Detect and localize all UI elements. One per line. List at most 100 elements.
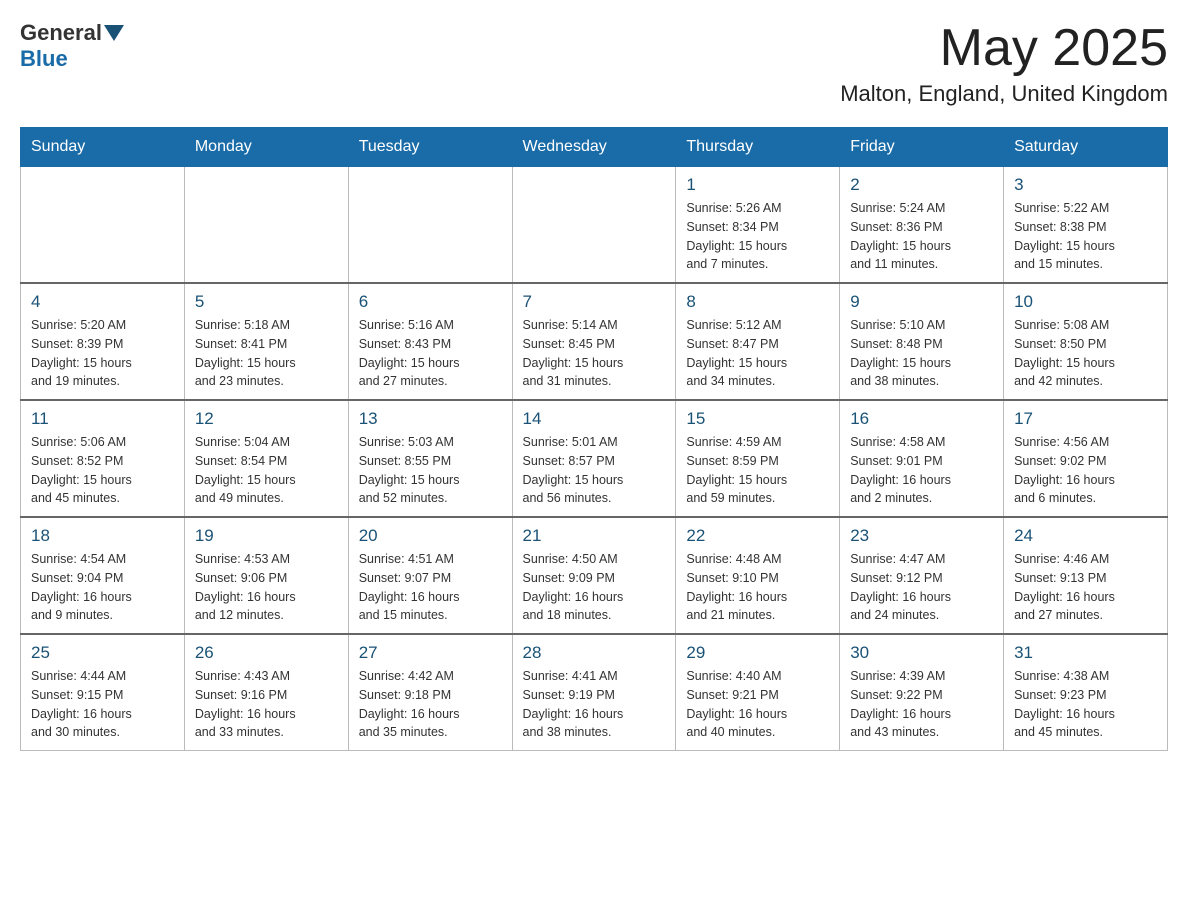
calendar-cell: 3 Sunrise: 5:22 AM Sunset: 8:38 PM Daylig… bbox=[1004, 167, 1168, 284]
day-of-week-header: Tuesday bbox=[348, 128, 512, 167]
day-info: Sunrise: 5:03 AM Sunset: 8:55 PM Dayligh… bbox=[359, 433, 502, 508]
day-info: Sunrise: 4:54 AM Sunset: 9:04 PM Dayligh… bbox=[31, 550, 174, 625]
day-number: 8 bbox=[686, 292, 829, 312]
day-of-week-header: Thursday bbox=[676, 128, 840, 167]
day-info: Sunrise: 5:24 AM Sunset: 8:36 PM Dayligh… bbox=[850, 199, 993, 274]
day-info: Sunrise: 5:08 AM Sunset: 8:50 PM Dayligh… bbox=[1014, 316, 1157, 391]
day-info: Sunrise: 4:39 AM Sunset: 9:22 PM Dayligh… bbox=[850, 667, 993, 742]
day-info: Sunrise: 4:38 AM Sunset: 9:23 PM Dayligh… bbox=[1014, 667, 1157, 742]
logo: General Blue bbox=[20, 20, 124, 72]
calendar-cell: 5Sunrise: 5:18 AM Sunset: 8:41 PM Daylig… bbox=[184, 283, 348, 400]
day-number: 15 bbox=[686, 409, 829, 429]
day-info: Sunrise: 4:48 AM Sunset: 9:10 PM Dayligh… bbox=[686, 550, 829, 625]
calendar-cell: 31 Sunrise: 4:38 AM Sunset: 9:23 PM Dayli… bbox=[1004, 634, 1168, 751]
day-info: Sunrise: 4:40 AM Sunset: 9:21 PM Dayligh… bbox=[686, 667, 829, 742]
day-info: Sunrise: 4:58 AM Sunset: 9:01 PM Dayligh… bbox=[850, 433, 993, 508]
calendar-cell: 17Sunrise: 4:56 AM Sunset: 9:02 PM Dayli… bbox=[1004, 400, 1168, 517]
day-number: 11 bbox=[31, 409, 174, 429]
calendar-cell: 13Sunrise: 5:03 AM Sunset: 8:55 PM Dayli… bbox=[348, 400, 512, 517]
calendar-cell bbox=[21, 167, 185, 284]
day-of-week-header: Saturday bbox=[1004, 128, 1168, 167]
day-info: Sunrise: 5:20 AM Sunset: 8:39 PM Dayligh… bbox=[31, 316, 174, 391]
day-number: 23 bbox=[850, 526, 993, 546]
day-info: Sunrise: 5:04 AM Sunset: 8:54 PM Dayligh… bbox=[195, 433, 338, 508]
calendar-cell: 2Sunrise: 5:24 AM Sunset: 8:36 PM Daylig… bbox=[840, 167, 1004, 284]
day-number: 29 bbox=[686, 643, 829, 663]
calendar-cell: 30 Sunrise: 4:39 AM Sunset: 9:22 PM Dayli… bbox=[840, 634, 1004, 751]
day-info: Sunrise: 5:26 AM Sunset: 8:34 PM Dayligh… bbox=[686, 199, 829, 274]
day-info: Sunrise: 4:42 AM Sunset: 9:18 PM Dayligh… bbox=[359, 667, 502, 742]
calendar-cell bbox=[512, 167, 676, 284]
days-of-week-row: SundayMondayTuesdayWednesdayThursdayFrid… bbox=[21, 128, 1168, 167]
day-number: 30 bbox=[850, 643, 993, 663]
day-number: 10 bbox=[1014, 292, 1157, 312]
calendar-cell: 20 Sunrise: 4:51 AM Sunset: 9:07 PM Dayli… bbox=[348, 517, 512, 634]
day-info: Sunrise: 4:46 AM Sunset: 9:13 PM Dayligh… bbox=[1014, 550, 1157, 625]
logo-general-text: General bbox=[20, 20, 102, 46]
calendar-cell: 21 Sunrise: 4:50 AM Sunset: 9:09 PM Dayli… bbox=[512, 517, 676, 634]
calendar-week-row: 18 Sunrise: 4:54 AM Sunset: 9:04 PM Dayli… bbox=[21, 517, 1168, 634]
day-number: 16 bbox=[850, 409, 993, 429]
day-info: Sunrise: 5:14 AM Sunset: 8:45 PM Dayligh… bbox=[523, 316, 666, 391]
calendar-cell: 7Sunrise: 5:14 AM Sunset: 8:45 PM Daylig… bbox=[512, 283, 676, 400]
location-subtitle: Malton, England, United Kingdom bbox=[840, 81, 1168, 107]
calendar-cell: 29 Sunrise: 4:40 AM Sunset: 9:21 PM Dayli… bbox=[676, 634, 840, 751]
day-info: Sunrise: 5:10 AM Sunset: 8:48 PM Dayligh… bbox=[850, 316, 993, 391]
day-number: 18 bbox=[31, 526, 174, 546]
calendar-cell: 6 Sunrise: 5:16 AM Sunset: 8:43 PM Daylig… bbox=[348, 283, 512, 400]
day-number: 31 bbox=[1014, 643, 1157, 663]
day-number: 1 bbox=[686, 175, 829, 195]
day-info: Sunrise: 4:41 AM Sunset: 9:19 PM Dayligh… bbox=[523, 667, 666, 742]
day-of-week-header: Wednesday bbox=[512, 128, 676, 167]
day-number: 24 bbox=[1014, 526, 1157, 546]
day-of-week-header: Monday bbox=[184, 128, 348, 167]
day-number: 27 bbox=[359, 643, 502, 663]
calendar-cell bbox=[348, 167, 512, 284]
day-number: 20 bbox=[359, 526, 502, 546]
month-year-title: May 2025 bbox=[840, 20, 1168, 77]
day-number: 22 bbox=[686, 526, 829, 546]
calendar-cell: 8Sunrise: 5:12 AM Sunset: 8:47 PM Daylig… bbox=[676, 283, 840, 400]
logo-triangle-icon bbox=[104, 25, 124, 41]
calendar-header: SundayMondayTuesdayWednesdayThursdayFrid… bbox=[21, 128, 1168, 167]
calendar-cell: 19Sunrise: 4:53 AM Sunset: 9:06 PM Dayli… bbox=[184, 517, 348, 634]
calendar-week-row: 11 Sunrise: 5:06 AM Sunset: 8:52 PM Dayli… bbox=[21, 400, 1168, 517]
day-info: Sunrise: 5:16 AM Sunset: 8:43 PM Dayligh… bbox=[359, 316, 502, 391]
calendar-cell: 1 Sunrise: 5:26 AM Sunset: 8:34 PM Daylig… bbox=[676, 167, 840, 284]
calendar-cell: 22 Sunrise: 4:48 AM Sunset: 9:10 PM Dayli… bbox=[676, 517, 840, 634]
calendar-week-row: 4Sunrise: 5:20 AM Sunset: 8:39 PM Daylig… bbox=[21, 283, 1168, 400]
calendar-cell: 4Sunrise: 5:20 AM Sunset: 8:39 PM Daylig… bbox=[21, 283, 185, 400]
day-info: Sunrise: 4:44 AM Sunset: 9:15 PM Dayligh… bbox=[31, 667, 174, 742]
day-info: Sunrise: 4:47 AM Sunset: 9:12 PM Dayligh… bbox=[850, 550, 993, 625]
day-info: Sunrise: 4:53 AM Sunset: 9:06 PM Dayligh… bbox=[195, 550, 338, 625]
day-number: 28 bbox=[523, 643, 666, 663]
day-of-week-header: Sunday bbox=[21, 128, 185, 167]
day-number: 3 bbox=[1014, 175, 1157, 195]
calendar-cell: 26 Sunrise: 4:43 AM Sunset: 9:16 PM Dayli… bbox=[184, 634, 348, 751]
day-info: Sunrise: 4:50 AM Sunset: 9:09 PM Dayligh… bbox=[523, 550, 666, 625]
calendar-cell: 14Sunrise: 5:01 AM Sunset: 8:57 PM Dayli… bbox=[512, 400, 676, 517]
calendar-cell: 28 Sunrise: 4:41 AM Sunset: 9:19 PM Dayli… bbox=[512, 634, 676, 751]
calendar-week-row: 1 Sunrise: 5:26 AM Sunset: 8:34 PM Daylig… bbox=[21, 167, 1168, 284]
calendar-cell: 25Sunrise: 4:44 AM Sunset: 9:15 PM Dayli… bbox=[21, 634, 185, 751]
day-number: 6 bbox=[359, 292, 502, 312]
day-info: Sunrise: 4:59 AM Sunset: 8:59 PM Dayligh… bbox=[686, 433, 829, 508]
day-number: 21 bbox=[523, 526, 666, 546]
day-info: Sunrise: 4:56 AM Sunset: 9:02 PM Dayligh… bbox=[1014, 433, 1157, 508]
page-header: General Blue May 2025 Malton, England, U… bbox=[20, 20, 1168, 107]
calendar-cell: 15 Sunrise: 4:59 AM Sunset: 8:59 PM Dayli… bbox=[676, 400, 840, 517]
day-number: 9 bbox=[850, 292, 993, 312]
calendar-cell: 9 Sunrise: 5:10 AM Sunset: 8:48 PM Daylig… bbox=[840, 283, 1004, 400]
calendar-week-row: 25Sunrise: 4:44 AM Sunset: 9:15 PM Dayli… bbox=[21, 634, 1168, 751]
calendar-body: 1 Sunrise: 5:26 AM Sunset: 8:34 PM Daylig… bbox=[21, 167, 1168, 751]
day-info: Sunrise: 5:06 AM Sunset: 8:52 PM Dayligh… bbox=[31, 433, 174, 508]
day-number: 14 bbox=[523, 409, 666, 429]
calendar-cell bbox=[184, 167, 348, 284]
day-info: Sunrise: 5:22 AM Sunset: 8:38 PM Dayligh… bbox=[1014, 199, 1157, 274]
calendar-cell: 18 Sunrise: 4:54 AM Sunset: 9:04 PM Dayli… bbox=[21, 517, 185, 634]
day-info: Sunrise: 4:43 AM Sunset: 9:16 PM Dayligh… bbox=[195, 667, 338, 742]
calendar-table: SundayMondayTuesdayWednesdayThursdayFrid… bbox=[20, 127, 1168, 751]
day-info: Sunrise: 4:51 AM Sunset: 9:07 PM Dayligh… bbox=[359, 550, 502, 625]
calendar-cell: 12Sunrise: 5:04 AM Sunset: 8:54 PM Dayli… bbox=[184, 400, 348, 517]
day-number: 26 bbox=[195, 643, 338, 663]
